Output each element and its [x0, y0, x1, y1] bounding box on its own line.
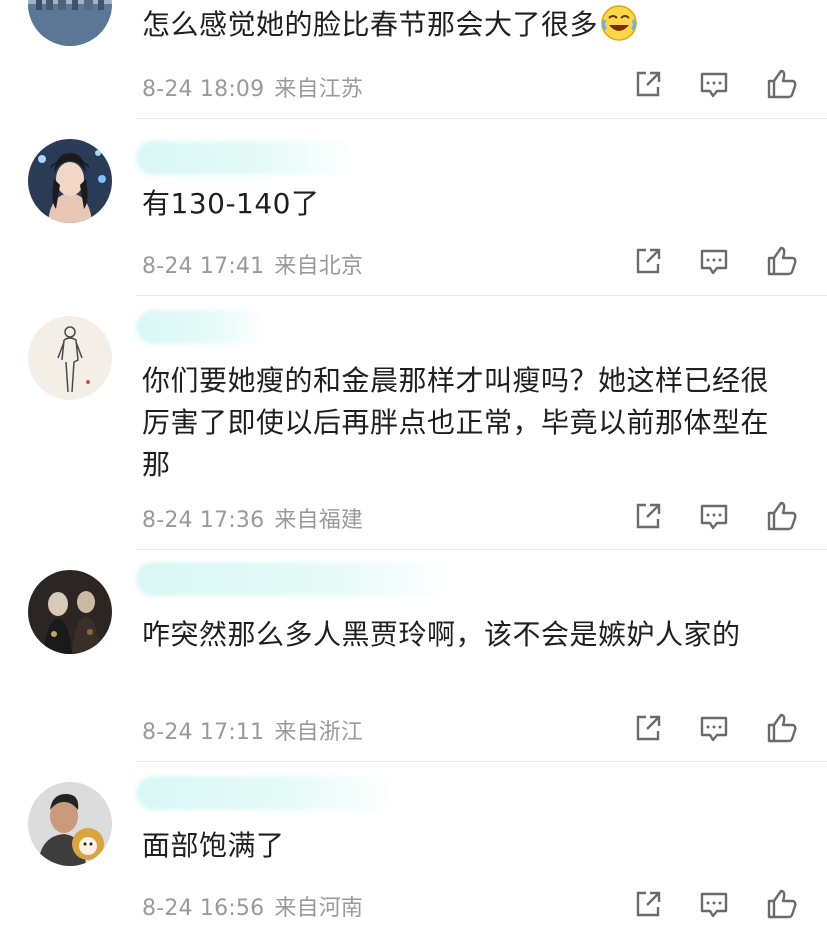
reply-button[interactable]: [696, 886, 732, 922]
comment-icon: [700, 716, 728, 742]
comment-icon: [700, 249, 728, 275]
thumbs-up-icon: [767, 246, 797, 276]
reply-button[interactable]: [696, 710, 732, 746]
comment-text: 咋突然那么多人黑贾玲啊，该不会是嫉妒人家的: [142, 618, 741, 651]
comment-meta: 8-24 17:41 来自北京: [142, 248, 363, 280]
comment-meta: 8-24 17:11 来自浙江: [142, 714, 363, 746]
comment-actions: [626, 66, 806, 102]
share-button[interactable]: [630, 886, 666, 922]
comment-text: 怎么感觉她的脸比春节那会大了很多: [142, 4, 797, 46]
avatar[interactable]: [28, 0, 112, 46]
comment-item: 面部饱满了 8-24 16:56 来自河南: [0, 762, 827, 929]
reply-button[interactable]: [696, 243, 732, 279]
comment-item: 怎么感觉她的脸比春节那会大了很多 8-24 18:09 来自江苏: [0, 0, 827, 118]
thumbs-up-icon: [767, 501, 797, 531]
share-icon: [636, 715, 661, 741]
username-blurred[interactable]: [136, 141, 356, 175]
comment-location: 来自浙江: [274, 720, 364, 745]
comment-meta: 8-24 17:36 来自福建: [142, 502, 363, 534]
like-button[interactable]: [764, 243, 800, 279]
comment-item: 有130-140了 8-24 17:41 来自北京: [0, 119, 827, 295]
avatar[interactable]: [28, 782, 112, 866]
share-icon: [636, 891, 661, 917]
username-blurred[interactable]: [136, 310, 266, 344]
comment-icon: [700, 72, 728, 98]
comment-location: 来自福建: [274, 508, 364, 533]
share-icon: [636, 503, 661, 529]
comment-icon: [700, 504, 728, 530]
like-button[interactable]: [764, 886, 800, 922]
comment-date: 8-24 17:41: [142, 254, 265, 279]
reply-button[interactable]: [696, 66, 732, 102]
comment-meta: 8-24 16:56 来自河南: [142, 890, 363, 922]
comment-actions: [626, 710, 806, 746]
comment-item: 咋突然那么多人黑贾玲啊，该不会是嫉妒人家的 8-24 17:11 来自浙江: [0, 550, 827, 761]
comment-item: 你们要她瘦的和金晨那样才叫瘦吗？她这样已经很厉害了即使以后再胖点也正常，毕竟以前…: [0, 296, 827, 549]
comment-location: 来自北京: [274, 254, 364, 279]
comment-feed: 怎么感觉她的脸比春节那会大了很多 8-24 18:09 来自江苏 有130-14…: [0, 0, 827, 929]
thumbs-up-icon: [767, 713, 797, 743]
thumbs-up-icon: [767, 69, 797, 99]
comment-date: 8-24 18:09: [142, 77, 265, 102]
comment-icon: [700, 892, 728, 918]
comment-date: 8-24 17:36: [142, 508, 265, 533]
avatar[interactable]: [28, 139, 112, 223]
share-icon: [636, 248, 661, 274]
comment-text: 有130-140了: [142, 187, 320, 220]
share-button[interactable]: [630, 710, 666, 746]
comment-actions: [626, 886, 806, 922]
username-blurred[interactable]: [136, 776, 396, 810]
reply-button[interactable]: [696, 498, 732, 534]
comment-meta: 8-24 18:09 来自江苏: [142, 71, 363, 103]
comment-date: 8-24 17:11: [142, 720, 265, 745]
thumbs-up-icon: [767, 889, 797, 919]
avatar[interactable]: [28, 316, 112, 400]
comment-date: 8-24 16:56: [142, 896, 265, 921]
share-button[interactable]: [630, 66, 666, 102]
like-button[interactable]: [764, 498, 800, 534]
share-icon: [636, 71, 661, 97]
comment-location: 来自河南: [274, 896, 364, 921]
laughing-crying-emoji-icon: [600, 4, 638, 42]
comment-actions: [626, 498, 806, 534]
comment-text: 你们要她瘦的和金晨那样才叫瘦吗？她这样已经很厉害了即使以后再胖点也正常，毕竟以前…: [142, 364, 770, 481]
avatar[interactable]: [28, 570, 112, 654]
comment-location: 来自江苏: [274, 77, 364, 102]
comment-actions: [626, 243, 806, 279]
share-button[interactable]: [630, 498, 666, 534]
like-button[interactable]: [764, 710, 800, 746]
share-button[interactable]: [630, 243, 666, 279]
comment-text: 面部饱满了: [142, 829, 285, 862]
like-button[interactable]: [764, 66, 800, 102]
username-blurred[interactable]: [136, 562, 456, 596]
